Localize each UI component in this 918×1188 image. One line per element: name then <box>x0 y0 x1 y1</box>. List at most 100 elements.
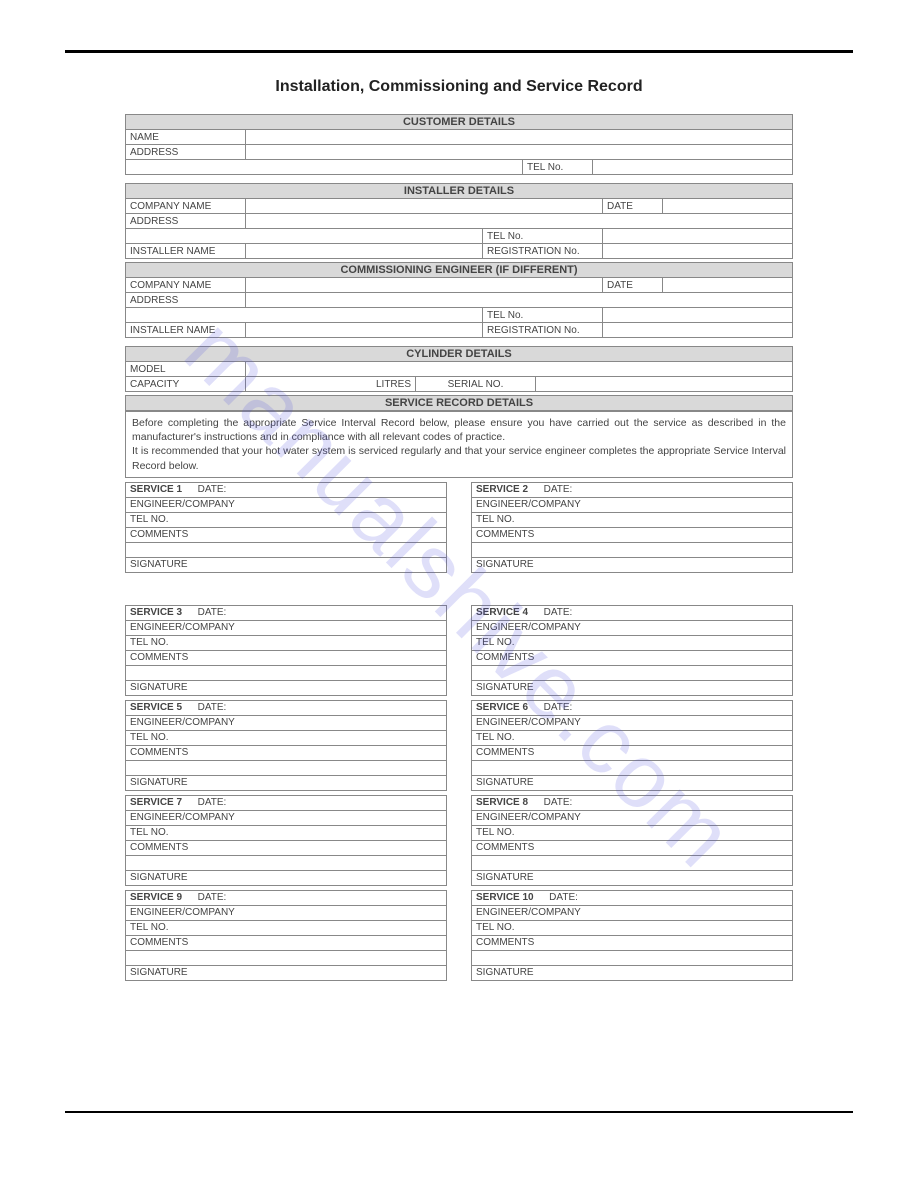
service-header: SERVICE 7 DATE: <box>126 795 447 810</box>
cylinder-table: CYLINDER DETAILS MODEL CAPACITY LITRES S… <box>125 346 793 392</box>
service-block: SERVICE 10 DATE: ENGINEER/COMPANY TEL NO… <box>471 890 793 981</box>
service-signature-label: SIGNATURE <box>126 680 447 695</box>
service-instructions: Before completing the appropriate Servic… <box>125 411 793 478</box>
customer-address-label: ADDRESS <box>126 145 246 160</box>
service-comments-field[interactable] <box>472 855 793 870</box>
comm-date-label: DATE <box>603 278 663 293</box>
service-comments-label: COMMENTS <box>126 745 447 760</box>
customer-table: CUSTOMER DETAILS NAME ADDRESS TEL No. <box>125 114 793 175</box>
instructions-para1: Before completing the appropriate Servic… <box>132 417 786 443</box>
service-block: SERVICE 8 DATE: ENGINEER/COMPANY TEL NO.… <box>471 795 793 886</box>
customer-name-field[interactable] <box>246 130 793 145</box>
service-header: SERVICE 10 DATE: <box>472 890 793 905</box>
service-engineer-label: ENGINEER/COMPANY <box>126 620 447 635</box>
service-blocks-container: SERVICE 1 DATE: ENGINEER/COMPANY TEL NO.… <box>125 482 793 981</box>
installer-header: INSTALLER DETAILS <box>126 184 793 199</box>
service-record-header-table: SERVICE RECORD DETAILS <box>125 395 793 411</box>
service-header: SERVICE 4 DATE: <box>472 605 793 620</box>
cyl-serial-field[interactable] <box>536 377 793 392</box>
service-engineer-label: ENGINEER/COMPANY <box>126 810 447 825</box>
bottom-rule <box>65 1111 853 1113</box>
service-comments-field[interactable] <box>472 760 793 775</box>
service-tel-label: TEL NO. <box>472 512 793 527</box>
service-signature-label: SIGNATURE <box>126 775 447 790</box>
service-comments-field[interactable] <box>126 855 447 870</box>
service-comments-label: COMMENTS <box>126 935 447 950</box>
service-header: SERVICE 2 DATE: <box>472 482 793 497</box>
service-signature-label: SIGNATURE <box>472 557 793 572</box>
service-signature-label: SIGNATURE <box>472 775 793 790</box>
installer-address-field[interactable] <box>246 214 793 229</box>
customer-name-label: NAME <box>126 130 246 145</box>
comm-reg-field[interactable] <box>603 323 793 338</box>
service-header: SERVICE 6 DATE: <box>472 700 793 715</box>
comm-date-field[interactable] <box>663 278 793 293</box>
comm-address2-field[interactable] <box>126 308 483 323</box>
service-block: SERVICE 4 DATE: ENGINEER/COMPANY TEL NO.… <box>471 605 793 696</box>
service-block: SERVICE 1 DATE: ENGINEER/COMPANY TEL NO.… <box>125 482 447 573</box>
service-signature-label: SIGNATURE <box>126 965 447 980</box>
cylinder-header: CYLINDER DETAILS <box>126 347 793 362</box>
service-engineer-label: ENGINEER/COMPANY <box>472 715 793 730</box>
service-engineer-label: ENGINEER/COMPANY <box>126 497 447 512</box>
service-comments-field[interactable] <box>126 760 447 775</box>
cyl-serial-label: SERIAL NO. <box>416 377 536 392</box>
service-tel-label: TEL NO. <box>126 730 447 745</box>
service-tel-label: TEL NO. <box>126 920 447 935</box>
comm-address-label: ADDRESS <box>126 293 246 308</box>
comm-tel-label: TEL No. <box>483 308 603 323</box>
service-tel-label: TEL NO. <box>472 730 793 745</box>
installer-address2-field[interactable] <box>126 229 483 244</box>
service-comments-field[interactable] <box>472 950 793 965</box>
installer-date-label: DATE <box>603 199 663 214</box>
service-engineer-label: ENGINEER/COMPANY <box>472 620 793 635</box>
page-title: Installation, Commissioning and Service … <box>125 78 793 96</box>
service-signature-label: SIGNATURE <box>126 870 447 885</box>
installer-reg-label: REGISTRATION No. <box>483 244 603 259</box>
service-comments-label: COMMENTS <box>472 745 793 760</box>
installer-tel-label: TEL No. <box>483 229 603 244</box>
comm-name-label: INSTALLER NAME <box>126 323 246 338</box>
service-comments-label: COMMENTS <box>472 840 793 855</box>
service-comments-label: COMMENTS <box>472 650 793 665</box>
service-signature-label: SIGNATURE <box>472 965 793 980</box>
installer-company-field[interactable] <box>246 199 603 214</box>
installer-name-label: INSTALLER NAME <box>126 244 246 259</box>
customer-header: CUSTOMER DETAILS <box>126 115 793 130</box>
installer-table: INSTALLER DETAILS COMPANY NAME DATE ADDR… <box>125 183 793 259</box>
comm-address-field[interactable] <box>246 293 793 308</box>
service-block: SERVICE 6 DATE: ENGINEER/COMPANY TEL NO.… <box>471 700 793 791</box>
service-signature-label: SIGNATURE <box>472 680 793 695</box>
form-content: Installation, Commissioning and Service … <box>65 78 853 981</box>
service-engineer-label: ENGINEER/COMPANY <box>472 497 793 512</box>
customer-address2-field[interactable] <box>126 160 523 175</box>
service-comments-field[interactable] <box>126 542 447 557</box>
service-comments-label: COMMENTS <box>472 935 793 950</box>
service-comments-field[interactable] <box>472 665 793 680</box>
installer-reg-field[interactable] <box>603 244 793 259</box>
service-block: SERVICE 2 DATE: ENGINEER/COMPANY TEL NO.… <box>471 482 793 573</box>
installer-address-label: ADDRESS <box>126 214 246 229</box>
customer-address-field[interactable] <box>246 145 793 160</box>
service-comments-field[interactable] <box>126 950 447 965</box>
cyl-litres-label: LITRES <box>246 377 416 392</box>
service-block: SERVICE 7 DATE: ENGINEER/COMPANY TEL NO.… <box>125 795 447 886</box>
installer-name-field[interactable] <box>246 244 483 259</box>
customer-tel-field[interactable] <box>593 160 793 175</box>
installer-date-field[interactable] <box>663 199 793 214</box>
service-comments-field[interactable] <box>126 665 447 680</box>
cyl-capacity-label: CAPACITY <box>126 377 246 392</box>
service-block: SERVICE 3 DATE: ENGINEER/COMPANY TEL NO.… <box>125 605 447 696</box>
service-header: SERVICE 8 DATE: <box>472 795 793 810</box>
service-comments-label: COMMENTS <box>126 840 447 855</box>
service-comments-field[interactable] <box>472 542 793 557</box>
comm-name-field[interactable] <box>246 323 483 338</box>
installer-tel-field[interactable] <box>603 229 793 244</box>
service-tel-label: TEL NO. <box>472 825 793 840</box>
comm-tel-field[interactable] <box>603 308 793 323</box>
comm-company-field[interactable] <box>246 278 603 293</box>
service-tel-label: TEL NO. <box>472 635 793 650</box>
service-header: SERVICE 3 DATE: <box>126 605 447 620</box>
cyl-model-field[interactable] <box>246 362 793 377</box>
service-engineer-label: ENGINEER/COMPANY <box>126 715 447 730</box>
